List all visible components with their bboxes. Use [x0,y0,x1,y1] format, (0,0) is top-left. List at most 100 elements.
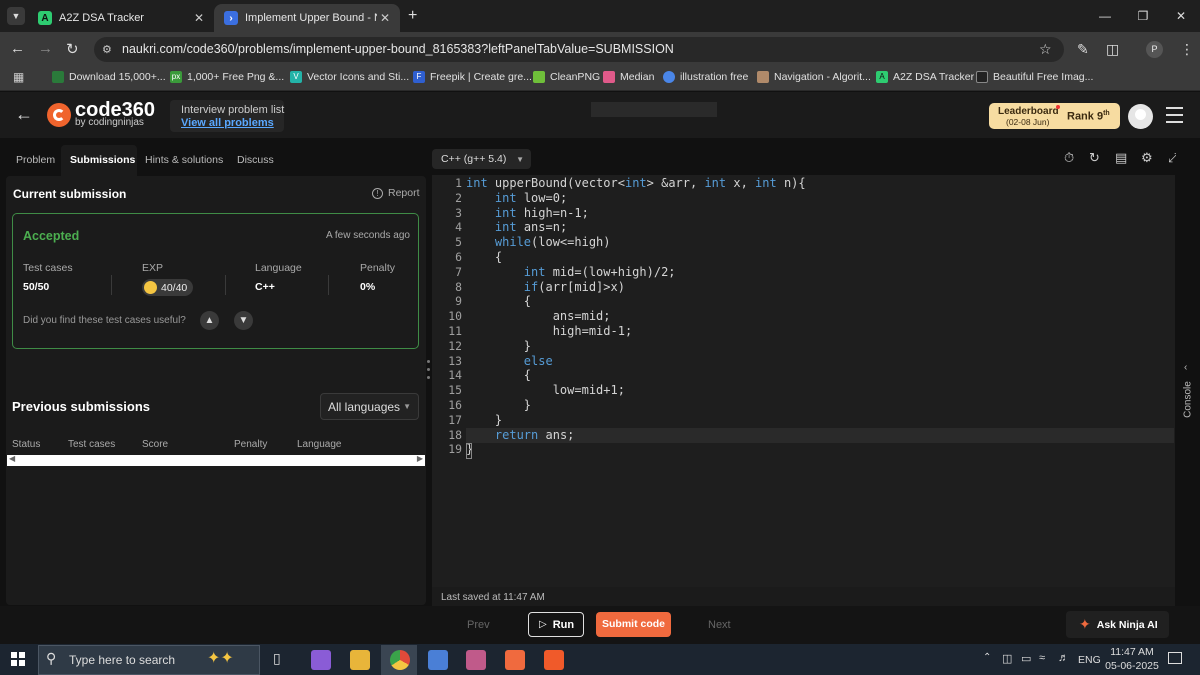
bookmark-item[interactable]: Navigation - Algorit... [757,71,871,83]
close-window-icon[interactable]: ✕ [1162,0,1200,32]
close-tab-icon[interactable]: ✕ [380,11,390,25]
timer-placeholder [591,102,717,117]
volume-icon[interactable]: ♬ [1058,652,1069,664]
extensions-icon[interactable]: ◫ [1106,41,1119,58]
bookmark-item[interactable]: V Vector Icons and Sti... [290,71,409,83]
reload-icon[interactable]: ↻ [66,40,79,58]
url-text[interactable]: naukri.com/code360/problems/implement-up… [122,42,674,56]
code360-app-icon[interactable] [505,650,525,670]
ask-ninja-ai-button[interactable]: ✦ Ask Ninja AI [1066,611,1169,638]
code-line[interactable]: ans=mid; [466,309,806,324]
timer-icon[interactable]: ⏱ [1064,150,1074,166]
code-line[interactable]: return ans; [466,428,806,443]
code-line[interactable]: { [466,368,806,383]
profile-avatar[interactable]: P [1146,41,1163,58]
scroll-left-icon[interactable]: ◀ [9,454,15,463]
code-line[interactable]: else [466,354,806,369]
forward-icon[interactable]: → [38,40,53,57]
notification-icon[interactable] [1168,652,1182,664]
clock-time[interactable]: 11:47 AM [1108,646,1156,658]
back-icon[interactable]: ← [10,40,25,57]
prev-button[interactable]: Prev [467,619,490,631]
chevron-up-icon[interactable]: ⌃ [983,652,991,663]
language-indicator[interactable]: ENG [1078,654,1101,666]
pen-icon[interactable]: ✎ [1077,41,1089,58]
snipping-tool-icon[interactable] [428,650,448,670]
browser-tab-upper-bound[interactable]: › Implement Upper Bound - Nau ✕ [214,4,400,32]
naukri-favicon-icon: › [224,11,238,25]
code-line[interactable]: } [466,442,806,457]
bookmark-item[interactable]: Median [603,71,654,83]
wifi-icon[interactable]: ≈ [1039,652,1045,664]
code-line[interactable]: int mid=(low+high)/2; [466,265,806,280]
code-line[interactable]: { [466,250,806,265]
menu-kebab-icon[interactable]: ⋮ [1180,41,1194,58]
restore-icon[interactable]: ❐ [1124,0,1162,32]
tab-hints[interactable]: Hints & solutions [145,154,223,166]
apps-grid-icon[interactable]: ▦ [13,70,24,84]
submit-code-button[interactable]: Submit code [596,612,671,637]
tray-device-icon[interactable]: ◫ [1002,652,1012,665]
new-tab-button[interactable]: + [408,7,417,25]
code-line[interactable]: } [466,398,806,413]
code-line[interactable]: int high=n-1; [466,206,806,221]
tab-problem[interactable]: Problem [16,154,55,166]
code-line[interactable]: if(arr[mid]>x) [466,280,806,295]
chevron-left-icon[interactable]: ‹ [1184,362,1187,373]
bookmark-item[interactable]: CleanPNG [533,71,600,83]
minimize-icon[interactable]: — [1086,0,1124,32]
language-select[interactable]: C++ (g++ 5.4) ▼ [432,149,531,169]
browser-tab-a2z[interactable]: A A2Z DSA Tracker ✕ [28,4,214,32]
bookmark-item[interactable]: A A2Z DSA Tracker [876,71,974,83]
bookmark-star-icon[interactable]: ☆ [1039,41,1052,58]
run-button[interactable]: ▷ Run [528,612,584,637]
code-line[interactable]: } [466,413,806,428]
view-all-problems-link[interactable]: View all problems [181,117,274,129]
brave-icon[interactable] [544,650,564,670]
thumbs-up-icon[interactable]: ▲ [200,311,219,330]
back-arrow-icon[interactable]: ← [15,104,33,125]
code-line[interactable]: } [466,339,806,354]
hamburger-icon[interactable] [1166,107,1183,123]
close-tab-icon[interactable]: ✕ [194,11,204,25]
bookmark-item[interactable]: Beautiful Free Imag... [976,71,1093,83]
logo-mark [53,109,65,121]
code-line[interactable]: low=mid+1; [466,383,806,398]
code-content[interactable]: int upperBound(vector<int> &arr, int x, … [466,176,806,457]
code-line[interactable]: int upperBound(vector<int> &arr, int x, … [466,176,806,191]
visual-studio-icon[interactable] [311,650,331,670]
language-filter-select[interactable]: All languages ▼ [320,393,419,420]
tab-list-button[interactable]: ▼ [7,7,25,25]
battery-icon[interactable]: ▭ [1021,652,1031,665]
panel-resize-handle[interactable] [427,360,430,379]
bookmark-item[interactable]: px 1,000+ Free Png &... [170,71,284,83]
site-info-icon[interactable]: ⚙ [102,43,112,56]
layout-icon[interactable]: ▤ [1115,150,1127,166]
windows-start-icon[interactable] [11,652,25,666]
next-button[interactable]: Next [708,619,731,631]
leaderboard-badge[interactable]: Leaderboard (02-08 Jun) Rank 9th [989,103,1120,129]
tab-discuss[interactable]: Discuss [237,154,274,166]
line-number: 12 [448,338,462,353]
horizontal-scrollbar[interactable]: ◀ ▶ [7,454,425,466]
code-line[interactable]: { [466,294,806,309]
tab-submissions[interactable]: Submissions [70,154,135,166]
scroll-right-icon[interactable]: ▶ [417,454,423,463]
bookmark-item[interactable]: F Freepik | Create gre... [413,71,532,83]
code-line[interactable]: while(low<=high) [466,235,806,250]
file-explorer-icon[interactable] [350,650,370,670]
bookmark-item[interactable]: illustration free [663,71,748,83]
report-button[interactable]: ! Report [372,187,420,199]
clock-date[interactable]: 05-06-2025 [1104,660,1160,672]
bookmark-item[interactable]: Download 15,000+... [52,71,166,83]
task-view-icon[interactable]: ▯ [273,650,281,667]
paint-icon[interactable] [466,650,486,670]
console-label[interactable]: Console [1183,375,1194,425]
code-line[interactable]: int ans=n; [466,220,806,235]
code-line[interactable]: high=mid-1; [466,324,806,339]
thumbs-down-icon[interactable]: ▼ [234,311,253,330]
settings-gear-icon[interactable]: ⚙ [1141,150,1153,166]
chrome-icon[interactable] [390,650,410,670]
reset-icon[interactable]: ↻ [1089,150,1100,166]
code-line[interactable]: int low=0; [466,191,806,206]
